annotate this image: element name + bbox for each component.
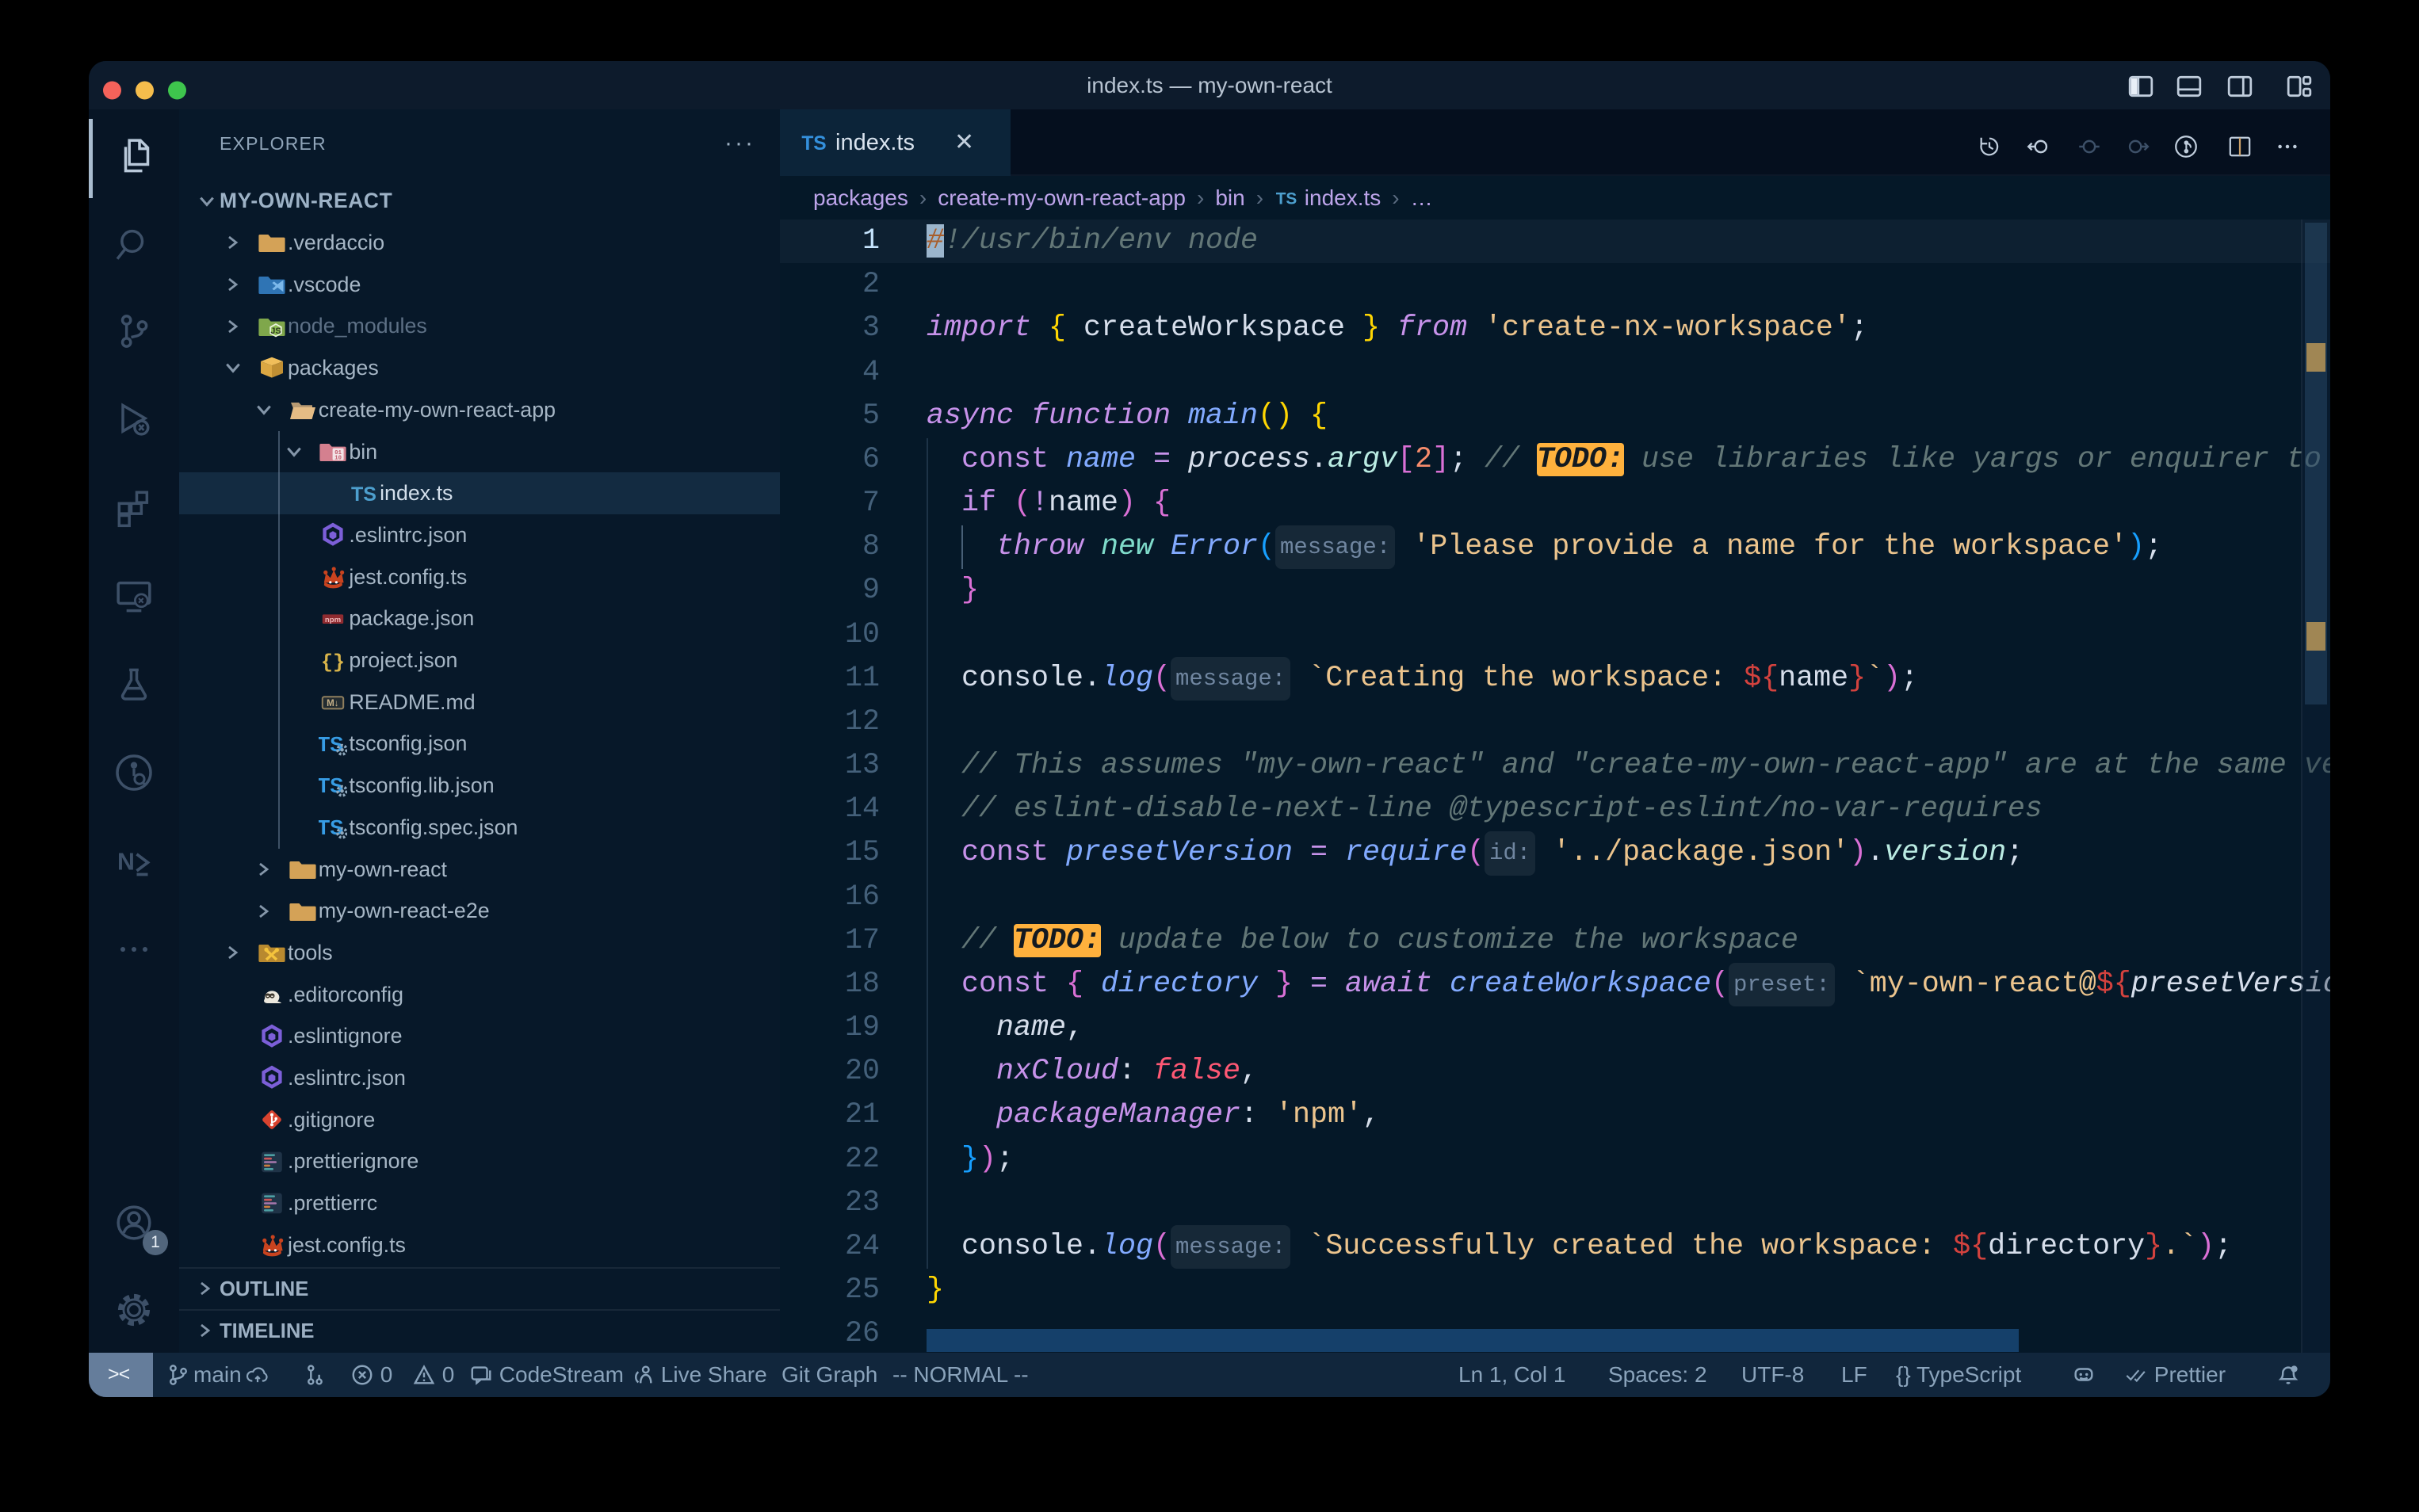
svg-text:npm: npm bbox=[325, 615, 341, 624]
svg-text:10: 10 bbox=[335, 455, 342, 461]
svg-text:TS: TS bbox=[351, 483, 376, 506]
svg-text:TS: TS bbox=[1276, 190, 1297, 208]
svg-text:{}: {} bbox=[321, 651, 345, 674]
svg-text:JS: JS bbox=[270, 326, 281, 336]
svg-text:M↓: M↓ bbox=[327, 698, 338, 708]
svg-text:TS: TS bbox=[801, 133, 826, 155]
svg-text:N: N bbox=[117, 850, 135, 876]
